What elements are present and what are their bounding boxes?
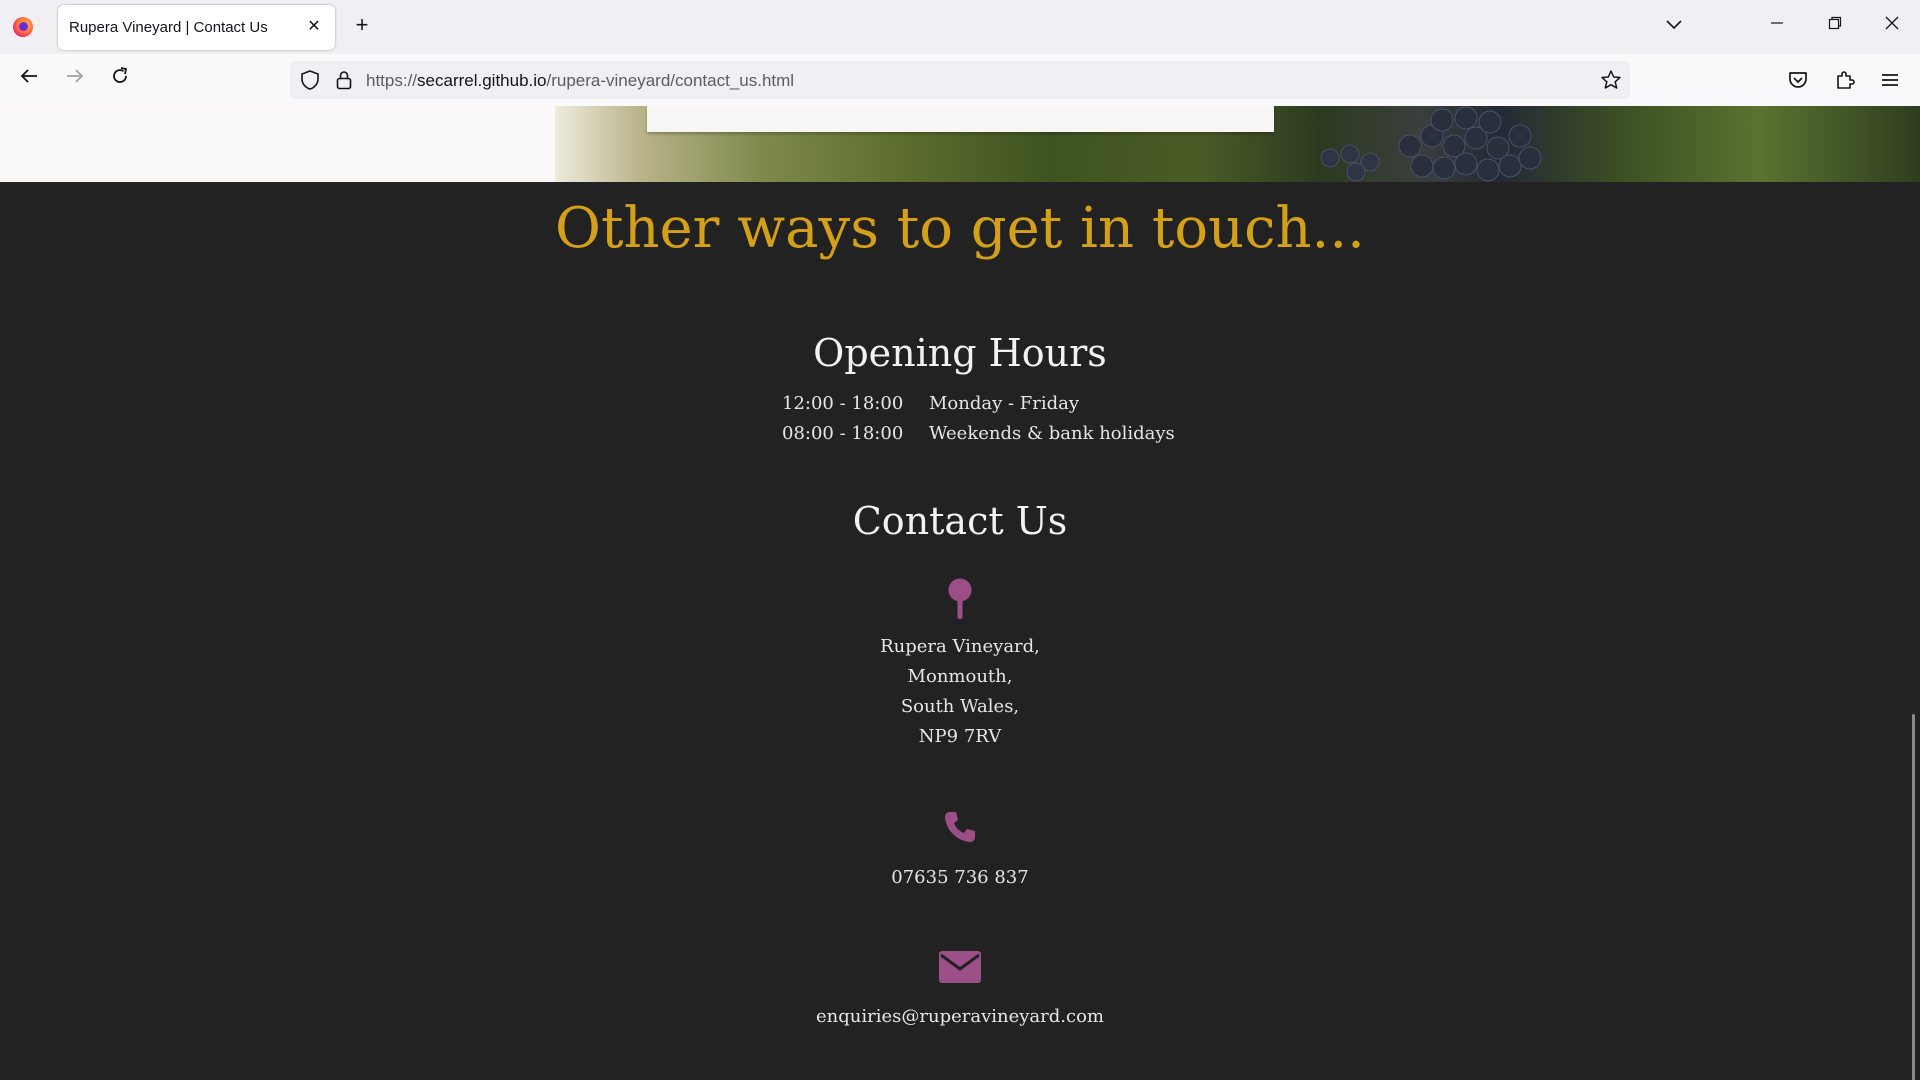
contact-form-card-bottom [647,106,1274,132]
forward-arrow-icon[interactable] [60,65,90,95]
firefox-logo-icon [13,17,33,37]
contact-us-heading: Contact Us [852,499,1068,543]
address-line-3: South Wales, [900,696,1020,717]
url-path: /rupera-vineyard/contact_us.html [546,71,795,90]
address-line-2: Monmouth, [907,666,1013,687]
bookmark-star-icon[interactable] [1600,69,1622,91]
phone-icon [0,810,1920,854]
address-line-1: Rupera Vineyard, [880,636,1040,657]
browser-navigation-bar: https://secarrel.github.io/rupera-vineya… [0,54,1920,107]
email-address[interactable]: enquiries@ruperavineyard.com [0,1002,1920,1032]
back-arrow-icon[interactable] [14,65,44,95]
phone-number[interactable]: 07635 736 837 [0,863,1920,893]
close-tab-icon[interactable]: ✕ [303,16,325,38]
new-tab-button[interactable]: + [349,12,375,38]
grape-cluster-image-2 [1320,144,1380,182]
minimize-window-button[interactable] [1762,12,1792,40]
url-host: secarrel.github.io [417,71,547,90]
hours-days-2: Weekends & bank holidays [929,423,1175,444]
other-ways-heading: Other ways to get in touch... [555,196,1365,261]
pocket-icon[interactable] [1786,68,1810,92]
tracking-protection-shield-icon[interactable] [299,69,321,91]
tab-title: Rupera Vineyard | Contact Us [69,19,268,36]
address-line-4: NP9 7RV [918,726,1002,747]
map-pin-icon [0,578,1920,622]
hours-days-1: Monday - Friday [929,393,1080,414]
browser-tab-strip: Rupera Vineyard | Contact Us ✕ + [0,0,1920,54]
opening-hours-heading: Opening Hours [813,331,1107,375]
hours-time-2: 08:00 - 18:00 [782,423,904,444]
address-bar[interactable]: https://secarrel.github.io/rupera-vineya… [290,61,1630,99]
envelope-icon [0,951,1920,995]
address-block: Rupera Vineyard, Monmouth, South Wales, … [0,632,1920,752]
reload-icon[interactable] [105,65,135,95]
close-window-button[interactable] [1877,12,1907,40]
browser-tab-active[interactable]: Rupera Vineyard | Contact Us ✕ [58,5,335,50]
restore-window-button[interactable] [1820,12,1850,40]
page-viewport: Other ways to get in touch... Opening Ho… [0,106,1920,1080]
hero-left-whitespace [0,106,555,182]
list-all-tabs-chevron-icon[interactable] [1661,12,1687,38]
hours-time-1: 12:00 - 18:00 [782,393,904,414]
vineyard-hero-image [0,106,1920,182]
menu-hamburger-icon[interactable] [1878,68,1902,92]
url-text[interactable]: https://secarrel.github.io/rupera-vineya… [366,71,794,91]
page-scrollbar[interactable] [1912,714,1915,1080]
contact-info-section: Other ways to get in touch... Opening Ho… [0,182,1920,1080]
lock-icon[interactable] [333,69,355,91]
url-prefix: https:// [366,71,418,90]
extensions-puzzle-icon[interactable] [1833,68,1857,92]
